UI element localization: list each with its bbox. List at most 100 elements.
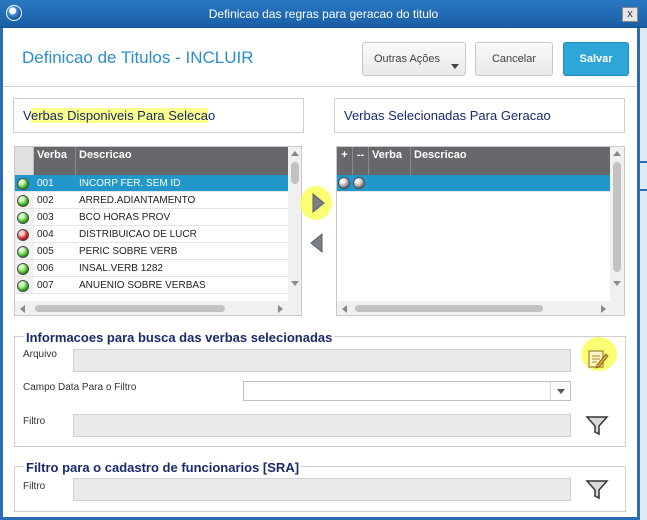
scroll-thumb[interactable]: [35, 305, 225, 312]
page-title: Definicao de Titulos - INCLUIR: [22, 48, 254, 67]
table-row[interactable]: 006 INSAL.VERB 1282: [15, 260, 288, 277]
chevron-down-icon[interactable]: [550, 382, 570, 400]
row-header-cell[interactable]: [15, 209, 34, 225]
save-button[interactable]: Salvar: [563, 42, 629, 76]
status-led-icon: [17, 280, 29, 292]
status-led-icon: [17, 229, 29, 241]
add-verba-button[interactable]: [304, 190, 330, 216]
descricao-cell: BCO HORAS PROV: [79, 212, 171, 223]
selected-panel-title: Verbas Selecionadas Para Geracao: [334, 98, 625, 133]
close-button[interactable]: x: [622, 7, 638, 22]
column-header-verba[interactable]: Verba: [369, 147, 411, 175]
search-info-title: Informacoes para busca das verbas seleci…: [24, 330, 335, 345]
scroll-down-icon[interactable]: [613, 281, 621, 286]
other-actions-label: Outras Ações: [374, 53, 441, 65]
filter-button[interactable]: [584, 412, 610, 438]
descricao-cell: ARRED.ADIANTAMENTO: [79, 195, 196, 206]
scroll-right-icon[interactable]: [278, 305, 283, 313]
sra-filter-title: Filtro para o cadastro de funcionarios […: [24, 460, 302, 475]
descricao-cell: INCORP FER. SEM ID: [79, 178, 181, 189]
arquivo-input[interactable]: [73, 349, 571, 372]
verba-cell: 003: [37, 212, 54, 223]
verba-cell: 006: [37, 263, 54, 274]
sra-filter-group: Filtro para o cadastro de funcionarios […: [14, 460, 626, 512]
campo-data-select[interactable]: [243, 381, 571, 401]
remove-verba-button[interactable]: [304, 230, 330, 256]
scroll-down-icon[interactable]: [291, 281, 299, 286]
scroll-thumb[interactable]: [355, 305, 543, 312]
edit-note-icon: [588, 350, 609, 369]
descricao-cell: DISTRIBUICAO DE LUCR: [79, 229, 197, 240]
scroll-left-icon[interactable]: [342, 305, 347, 313]
status-led-icon: [17, 263, 29, 275]
table-row[interactable]: 007 ANUENIO SOBRE VERBAS: [15, 277, 288, 294]
verba-cell: 007: [37, 280, 54, 291]
sra-filter-button[interactable]: [584, 476, 610, 502]
other-actions-button[interactable]: Outras Ações: [362, 42, 466, 76]
filter-funnel-icon: [585, 480, 609, 500]
vertical-scrollbar[interactable]: [610, 147, 624, 301]
descricao-cell: ANUENIO SOBRE VERBAS: [79, 280, 206, 291]
vertical-scrollbar[interactable]: [288, 147, 301, 301]
chevron-down-icon: [451, 64, 459, 69]
verba-cell: 001: [37, 178, 54, 189]
column-header-verba[interactable]: Verba: [34, 147, 76, 175]
table-row[interactable]: 005 PERIC SOBRE VERB: [15, 243, 288, 260]
column-header-descricao[interactable]: Descricao: [411, 147, 610, 175]
filtro-label: Filtro: [23, 416, 46, 427]
status-led-icon: [17, 195, 29, 207]
available-panel-title: Verbas Disponiveis Para Selecao: [13, 98, 304, 133]
table-row[interactable]: [337, 175, 610, 192]
row-header-cell[interactable]: [15, 192, 34, 208]
table-row[interactable]: 001 INCORP FER. SEM ID: [15, 175, 288, 192]
campo-data-label: Campo Data Para o Filtro: [23, 382, 137, 393]
row-header-cell[interactable]: [15, 243, 34, 259]
row-header-cell[interactable]: [15, 277, 34, 293]
scroll-thumb[interactable]: [291, 162, 299, 184]
scroll-right-icon[interactable]: [601, 305, 606, 313]
scroll-up-icon[interactable]: [613, 151, 621, 156]
scroll-left-icon[interactable]: [20, 305, 25, 313]
descricao-cell: PERIC SOBRE VERB: [79, 246, 178, 257]
filter-funnel-icon: [585, 416, 609, 436]
filtro-input[interactable]: [73, 414, 571, 437]
app-icon: [6, 5, 22, 21]
cancel-button[interactable]: Cancelar: [475, 42, 553, 76]
arrow-left-icon: [310, 232, 323, 254]
horizontal-scrollbar[interactable]: [15, 301, 301, 315]
selected-verbas-grid[interactable]: + -- Verba Descricao: [336, 146, 625, 316]
window-titlebar: Definicao das regras para geracao do tit…: [0, 0, 647, 28]
status-led-icon: [17, 178, 29, 190]
scroll-up-icon[interactable]: [291, 151, 299, 156]
edit-arquivo-button[interactable]: [584, 346, 610, 372]
sra-filtro-label: Filtro: [23, 481, 46, 492]
table-row[interactable]: 004 DISTRIBUICAO DE LUCR: [15, 226, 288, 243]
available-verbas-grid[interactable]: Verba Descricao 001 INCORP FER. SEM ID 002…: [14, 146, 302, 316]
verba-cell: 005: [37, 246, 54, 257]
arrow-right-icon: [312, 192, 325, 214]
status-led-icon: [17, 212, 29, 224]
status-led-icon: [17, 246, 29, 258]
row-header-cell[interactable]: [15, 175, 34, 191]
status-led-icon: [353, 177, 365, 189]
scroll-thumb[interactable]: [613, 162, 621, 272]
available-title-text: Verbas Disponiveis Para Selecao: [23, 108, 216, 123]
search-info-group: Informacoes para busca das verbas seleci…: [14, 330, 626, 447]
table-row[interactable]: 003 BCO HORAS PROV: [15, 209, 288, 226]
horizontal-scrollbar[interactable]: [337, 301, 624, 315]
row-header-cell[interactable]: [15, 226, 34, 242]
window-title: Definicao das regras para geracao do tit…: [208, 6, 439, 21]
verba-cell: 004: [37, 229, 54, 240]
column-header-plus[interactable]: +: [337, 147, 353, 175]
background-window-strip: [640, 28, 647, 520]
row-header-corner: [15, 147, 34, 175]
grid-header: + -- Verba Descricao: [337, 147, 610, 175]
descricao-cell: INSAL.VERB 1282: [79, 263, 163, 274]
column-header-minus[interactable]: --: [353, 147, 369, 175]
row-header-cell[interactable]: [15, 260, 34, 276]
verba-cell: 002: [37, 195, 54, 206]
column-header-descricao[interactable]: Descricao: [76, 147, 288, 175]
table-row[interactable]: 002 ARRED.ADIANTAMENTO: [15, 192, 288, 209]
arquivo-label: Arquivo: [23, 349, 57, 360]
sra-filtro-input[interactable]: [73, 478, 571, 501]
